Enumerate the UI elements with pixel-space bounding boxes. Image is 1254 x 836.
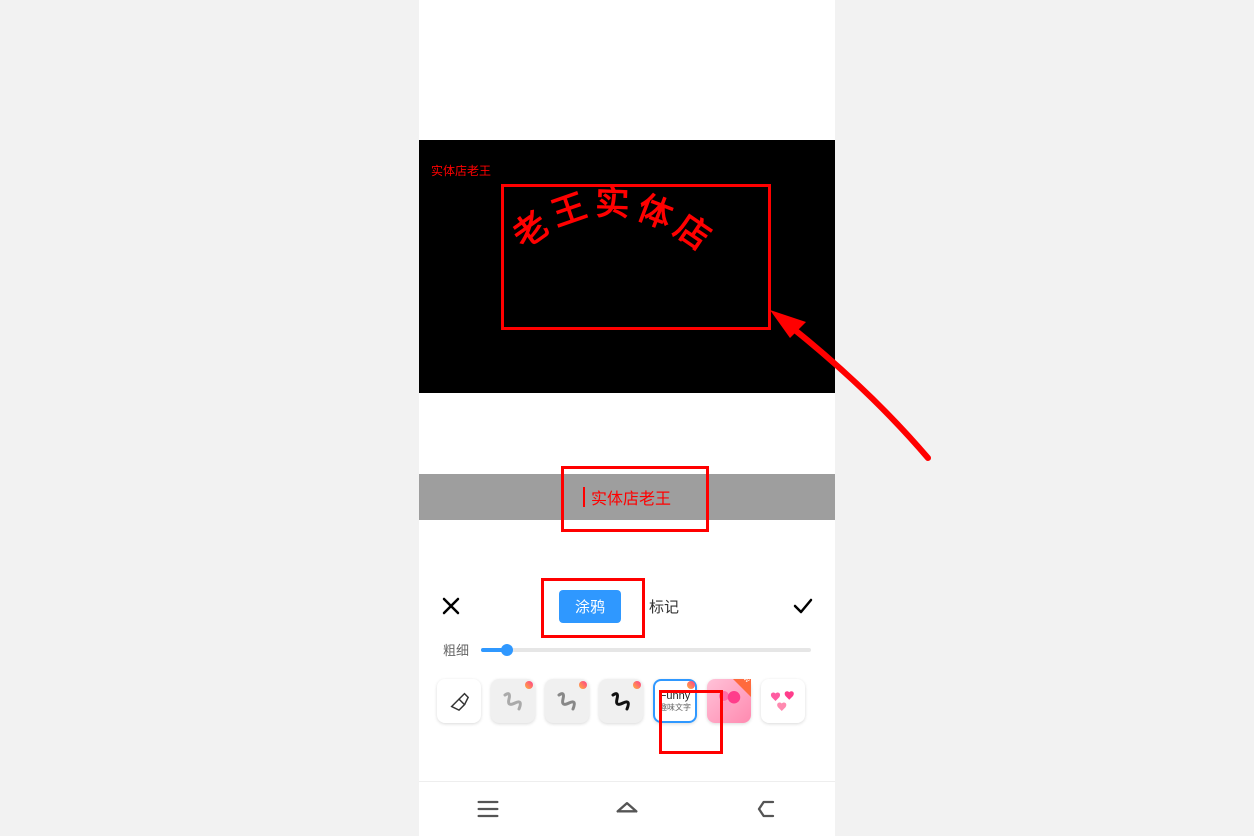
squiggle-icon [555,689,579,713]
text-input-bar[interactable]: 实体店老王 [419,474,835,520]
thickness-slider[interactable] [481,648,811,652]
watermark-label: 实体店老王 [431,162,491,179]
tab-doodle[interactable]: 涂鸦 [559,590,621,623]
nav-home-button[interactable] [613,795,641,823]
brush-medium[interactable] [545,679,589,723]
thickness-row: 粗细 [419,634,835,665]
panel-header: 涂鸦 标记 [419,578,835,634]
drawn-rectangle [501,184,771,330]
nav-recents-button[interactable] [474,795,502,823]
text-cursor [583,487,585,507]
home-icon [613,795,641,823]
squiggle-icon [501,689,525,713]
tool-panel: 涂鸦 标记 粗细 [419,578,835,778]
close-button[interactable] [439,594,463,618]
brush-hard[interactable] [599,679,643,723]
mode-tabs: 涂鸦 标记 [559,590,695,623]
brush-row: Funny 趣味文字 NEW [419,665,835,723]
slider-thumb[interactable] [501,644,513,656]
text-input-value: 实体店老王 [591,485,671,509]
canvas-area[interactable]: 实体店老王 老王实体店 [419,0,835,474]
menu-icon [474,795,502,823]
confirm-button[interactable] [791,594,815,618]
tab-mark[interactable]: 标记 [633,590,695,623]
brush-funny-title: Funny [660,691,691,702]
brush-sticker-flowers[interactable]: NEW [707,679,751,723]
color-dot-icon [687,681,695,689]
color-dot-icon [579,681,587,689]
squiggle-icon [609,689,633,713]
phone-frame: 实体店老王 老王实体店 实体店老王 [419,0,835,836]
back-icon [752,795,780,823]
color-dot-icon [633,681,641,689]
check-icon [791,594,815,618]
brush-funny-subtitle: 趣味文字 [659,704,691,712]
eraser-icon [448,690,470,712]
system-nav-bar [419,781,835,836]
thickness-label: 粗细 [443,640,469,659]
brush-sticker-hearts[interactable] [761,679,805,723]
brush-eraser[interactable] [437,679,481,723]
brush-funny-text[interactable]: Funny 趣味文字 [653,679,697,723]
color-dot-icon [525,681,533,689]
nav-back-button[interactable] [752,795,780,823]
close-icon [439,594,463,618]
hearts-icon [768,686,798,716]
brush-soft[interactable] [491,679,535,723]
